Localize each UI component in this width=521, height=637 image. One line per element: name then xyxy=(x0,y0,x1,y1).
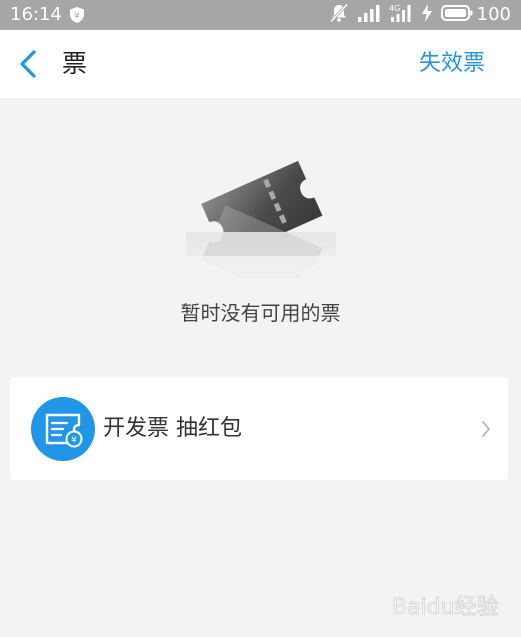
nav-bar: 票 失效票 xyxy=(0,30,521,98)
baidu-watermark: Baidu经验 xyxy=(392,588,514,624)
chevron-right-icon xyxy=(480,419,492,439)
yuan-symbol: ¥ xyxy=(71,436,77,446)
status-right-icons: 4G 100 xyxy=(329,3,511,27)
chevron-left-icon xyxy=(20,50,36,78)
notification-off-icon xyxy=(329,3,349,27)
watermark-text: Baidu经验 xyxy=(392,595,499,620)
network-label: 4G xyxy=(389,4,400,13)
ticket-icon xyxy=(186,148,336,304)
battery-level: 100 xyxy=(476,4,511,25)
shield-symbol: ¥ xyxy=(74,12,80,22)
shield-icon: ¥ xyxy=(68,6,86,24)
empty-message: 暂时没有可用的票 xyxy=(180,301,341,325)
signal-icon xyxy=(357,3,381,27)
battery-icon xyxy=(440,3,473,27)
status-time: 16:14 xyxy=(10,4,62,25)
invoice-icon: ¥ xyxy=(31,397,95,461)
back-button[interactable] xyxy=(14,48,44,80)
invoice-promo-card[interactable]: ¥ 开发票 抽红包 xyxy=(10,377,508,480)
page-title: 票 xyxy=(62,49,88,78)
status-bar: 16:14 ¥ 4G 100 xyxy=(0,0,521,30)
expired-tickets-link[interactable]: 失效票 xyxy=(419,47,485,81)
signal-4g-icon: 4G xyxy=(389,3,413,27)
invoice-label: 开发票 抽红包 xyxy=(103,416,242,441)
charging-icon xyxy=(421,3,433,27)
